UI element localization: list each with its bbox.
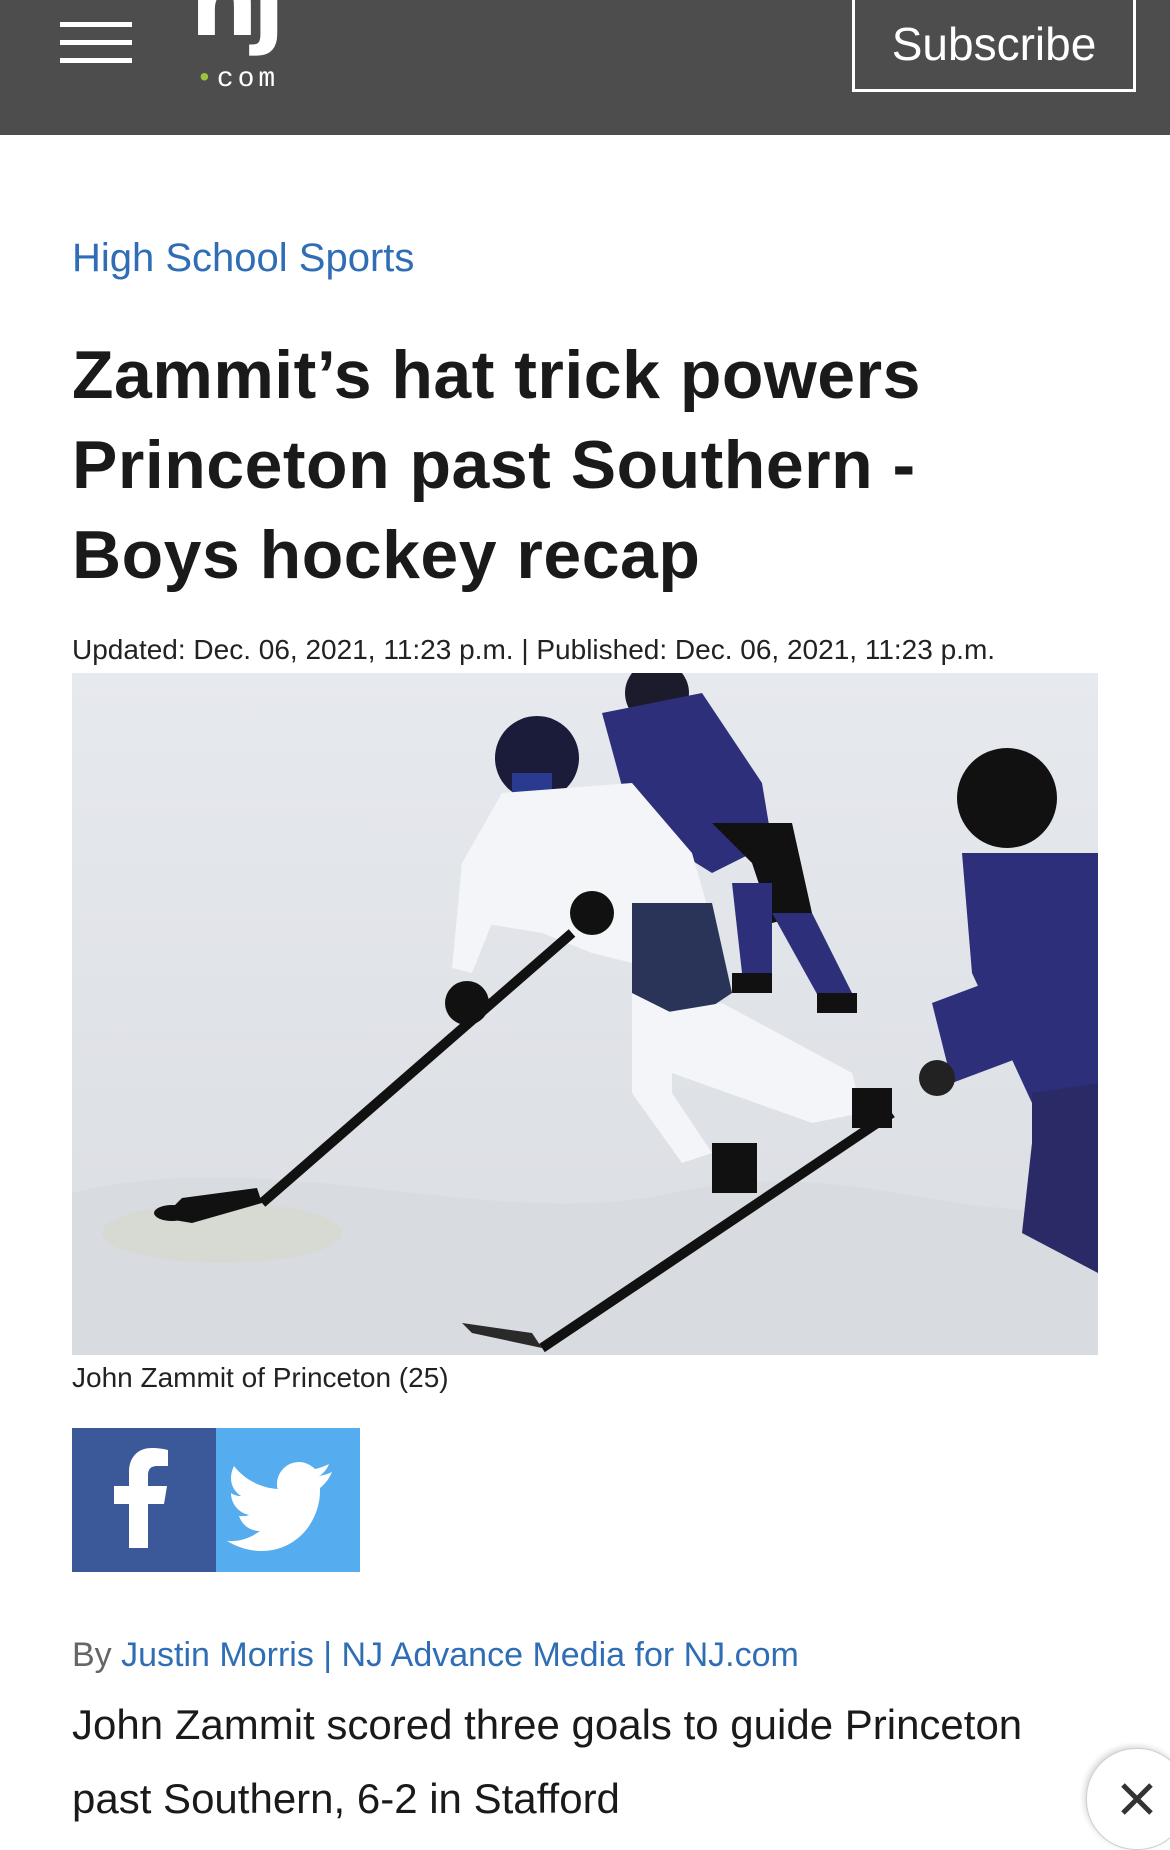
article-headline: Zammit’s hat trick powers Princeton past… [72,337,921,593]
facebook-share-button[interactable] [72,1428,216,1572]
close-ad-button[interactable] [1086,1748,1170,1850]
article-body-lead: John Zammit scored three goals to guide … [72,1701,1023,1822]
logo-wordmark: nj [190,0,285,58]
subscribe-button[interactable]: Subscribe [852,0,1136,92]
close-icon [1121,1783,1153,1815]
section-link[interactable]: High School Sports [72,236,414,281]
twitter-icon [227,1462,332,1551]
menu-icon[interactable] [60,22,132,64]
article-byline: By Justin Morris | NJ Advance Media for … [72,1636,799,1675]
byline-prefix: By [72,1636,112,1674]
hockey-photo-illustration [72,673,1098,1355]
article-photo[interactable] [72,673,1098,1355]
logo-dotcom: •com [196,64,280,95]
author-link[interactable]: Justin Morris | NJ Advance Media for NJ.… [121,1636,799,1674]
site-header: nj •com Subscribe [0,0,1170,135]
facebook-icon [114,1448,168,1548]
photo-caption: John Zammit of Princeton (25) [72,1362,449,1393]
twitter-share-button[interactable] [216,1428,360,1572]
site-logo[interactable]: nj •com [190,0,320,100]
article-dateline: Updated: Dec. 06, 2021, 11:23 p.m. | Pub… [72,634,996,665]
